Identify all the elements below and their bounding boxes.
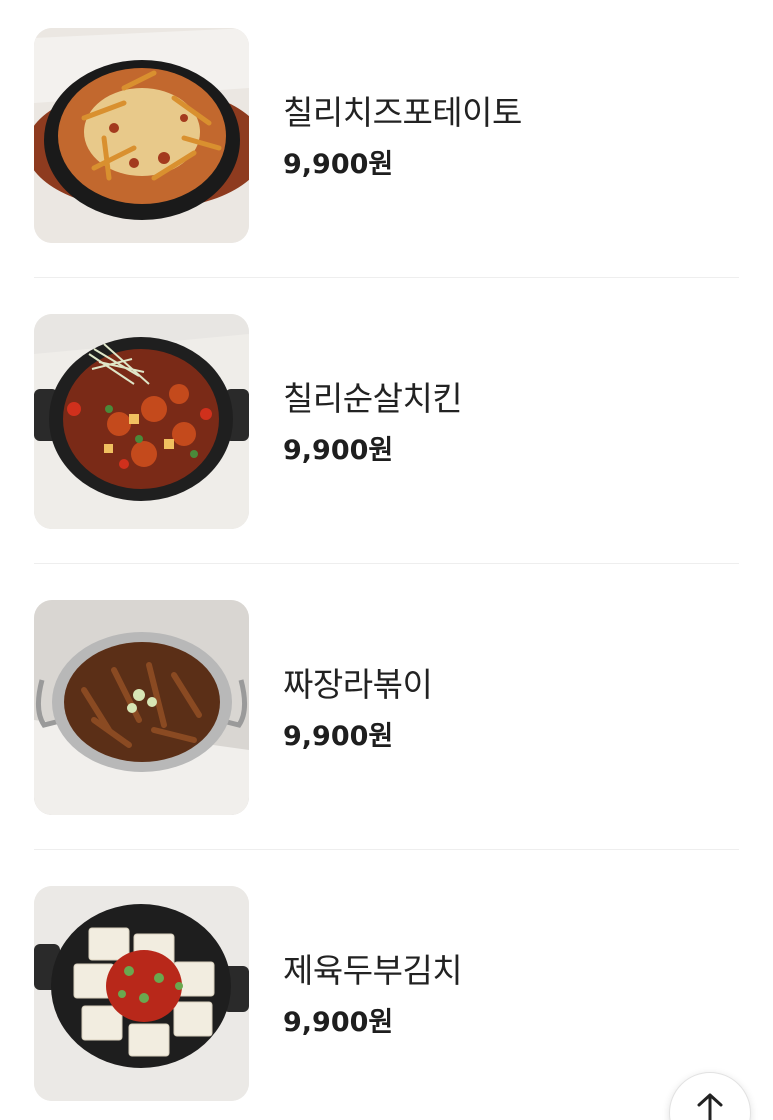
chili-boneless-chicken-photo[interactable] <box>34 314 249 529</box>
menu-list: 칠리치즈포테이토 9,900원 칠리순살치킨 9,900원 짜장라볶이 9,90… <box>0 0 773 1120</box>
menu-item-price: 9,900원 <box>283 1007 394 1038</box>
jjajang-rabokki-photo[interactable] <box>34 600 249 815</box>
menu-item-price: 9,900원 <box>283 149 394 180</box>
menu-item-name: 짜장라볶이 <box>283 665 433 704</box>
menu-item[interactable]: 칠리치즈포테이토 9,900원 <box>0 0 773 278</box>
arrow-up-icon <box>697 1093 723 1120</box>
menu-item-name: 칠리순살치킨 <box>283 379 463 418</box>
menu-item-price: 9,900원 <box>283 435 394 466</box>
menu-item-price: 9,900원 <box>283 721 394 752</box>
chili-cheese-potato-photo[interactable] <box>34 28 249 243</box>
menu-item-name: 칠리치즈포테이토 <box>283 93 522 132</box>
jeyuk-tofu-kimchi-photo[interactable] <box>34 886 249 1101</box>
menu-item[interactable]: 제육두부김치 9,900원 <box>0 850 773 1120</box>
menu-item[interactable]: 짜장라볶이 9,900원 <box>0 564 773 850</box>
menu-item[interactable]: 칠리순살치킨 9,900원 <box>0 278 773 564</box>
menu-item-name: 제육두부김치 <box>283 951 463 990</box>
